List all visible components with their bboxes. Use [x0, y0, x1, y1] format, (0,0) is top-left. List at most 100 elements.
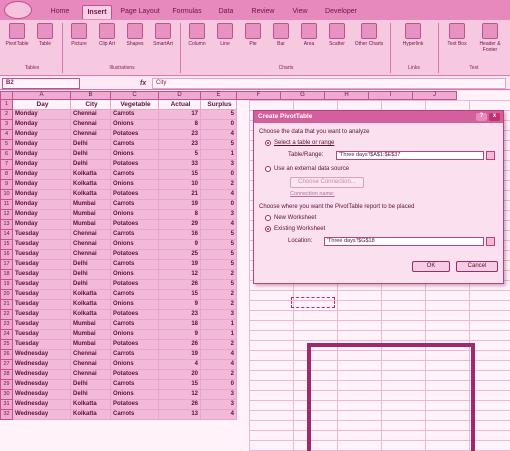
- external-source-label[interactable]: Use an external data source: [274, 166, 349, 172]
- bar-chart-button[interactable]: Bar: [268, 23, 294, 47]
- location-collapse-icon[interactable]: [486, 237, 495, 246]
- table-cell[interactable]: Chennai: [71, 110, 111, 120]
- clip-art-button[interactable]: Clip Art: [94, 23, 120, 47]
- table-cell[interactable]: 5: [201, 250, 237, 260]
- line-chart-button[interactable]: Line: [212, 23, 238, 47]
- column-header-f[interactable]: F: [237, 91, 281, 100]
- table-cell[interactable]: Chennai: [71, 230, 111, 240]
- table-cell[interactable]: Onions: [111, 120, 159, 130]
- row-header[interactable]: 29: [0, 380, 13, 390]
- table-cell[interactable]: 5: [201, 280, 237, 290]
- table-cell[interactable]: 0: [201, 170, 237, 180]
- row-header[interactable]: 4: [0, 130, 13, 140]
- table-cell[interactable]: Tuesday: [13, 280, 71, 290]
- tab-formulas[interactable]: Formulas: [168, 5, 206, 19]
- table-cell[interactable]: 4: [201, 130, 237, 140]
- table-cell[interactable]: 26: [159, 280, 201, 290]
- table-cell[interactable]: Carrots: [111, 230, 159, 240]
- table-cell[interactable]: Kolkatta: [71, 180, 111, 190]
- table-cell[interactable]: Monday: [13, 160, 71, 170]
- table-cell[interactable]: 4: [201, 220, 237, 230]
- column-header-a[interactable]: A: [13, 91, 71, 100]
- table-cell[interactable]: Carrots: [111, 380, 159, 390]
- cancel-button[interactable]: Cancel: [456, 261, 498, 272]
- scatter-chart-button[interactable]: Scatter: [324, 23, 350, 47]
- table-cell[interactable]: 0: [201, 200, 237, 210]
- table-range-collapse-icon[interactable]: [486, 151, 495, 160]
- table-cell[interactable]: Onions: [111, 330, 159, 340]
- table-cell[interactable]: Monday: [13, 170, 71, 180]
- row-header[interactable]: 19: [0, 280, 13, 290]
- table-cell[interactable]: 18: [159, 320, 201, 330]
- table-cell[interactable]: Tuesday: [13, 310, 71, 320]
- column-header-g[interactable]: G: [281, 91, 325, 100]
- table-cell[interactable]: 23: [159, 310, 201, 320]
- column-header-j[interactable]: J: [413, 91, 457, 100]
- table-cell[interactable]: Monday: [13, 180, 71, 190]
- close-icon[interactable]: x: [489, 113, 500, 121]
- table-cell[interactable]: 15: [159, 290, 201, 300]
- row-header[interactable]: 1: [0, 100, 13, 110]
- table-cell[interactable]: Tuesday: [13, 340, 71, 350]
- tab-data[interactable]: Data: [212, 5, 240, 19]
- row-header[interactable]: 32: [0, 410, 13, 420]
- table-cell[interactable]: Kolkatta: [71, 300, 111, 310]
- table-cell[interactable]: Mumbai: [71, 320, 111, 330]
- picture-button[interactable]: Picture: [66, 23, 92, 47]
- table-cell[interactable]: 5: [201, 230, 237, 240]
- table-cell[interactable]: Carrots: [111, 290, 159, 300]
- text-box-button[interactable]: Text Box: [444, 23, 470, 47]
- table-cell[interactable]: 33: [159, 160, 201, 170]
- select-table-radio[interactable]: [265, 140, 271, 146]
- table-cell[interactable]: 2: [201, 340, 237, 350]
- table-cell[interactable]: Delhi: [71, 140, 111, 150]
- row-header[interactable]: 6: [0, 150, 13, 160]
- table-cell[interactable]: 2: [201, 180, 237, 190]
- table-cell[interactable]: Potatoes: [111, 340, 159, 350]
- row-header[interactable]: 17: [0, 260, 13, 270]
- formula-input[interactable]: City: [152, 78, 506, 89]
- table-cell[interactable]: 9: [159, 330, 201, 340]
- table-cell[interactable]: Monday: [13, 220, 71, 230]
- tab-view[interactable]: View: [286, 5, 314, 19]
- table-cell[interactable]: Monday: [13, 200, 71, 210]
- smartart-button[interactable]: SmartArt: [150, 23, 176, 47]
- row-header[interactable]: 9: [0, 180, 13, 190]
- table-cell[interactable]: 26: [159, 400, 201, 410]
- table-cell[interactable]: Potatoes: [111, 160, 159, 170]
- table-cell[interactable]: 26: [159, 340, 201, 350]
- table-cell[interactable]: 17: [159, 110, 201, 120]
- table-cell[interactable]: Monday: [13, 190, 71, 200]
- row-header[interactable]: 20: [0, 290, 13, 300]
- table-cell[interactable]: Wednesday: [13, 350, 71, 360]
- location-field[interactable]: 'Three days'!$G$18: [324, 237, 484, 246]
- table-cell[interactable]: Potatoes: [111, 250, 159, 260]
- table-cell[interactable]: Potatoes: [111, 130, 159, 140]
- table-cell[interactable]: 10: [159, 180, 201, 190]
- table-cell[interactable]: Kolkatta: [71, 290, 111, 300]
- row-header[interactable]: 12: [0, 210, 13, 220]
- column-header-h[interactable]: H: [325, 91, 369, 100]
- table-cell[interactable]: Chennai: [71, 360, 111, 370]
- tab-home[interactable]: Home: [44, 5, 76, 19]
- external-source-radio[interactable]: [265, 166, 271, 172]
- table-cell[interactable]: Carrots: [111, 110, 159, 120]
- table-cell[interactable]: 0: [201, 380, 237, 390]
- table-cell[interactable]: Kolkatta: [71, 400, 111, 410]
- dialog-titlebar[interactable]: Create PivotTable ? x: [254, 111, 503, 123]
- table-cell[interactable]: 2: [201, 290, 237, 300]
- table-cell[interactable]: Onions: [111, 270, 159, 280]
- table-cell[interactable]: Potatoes: [111, 400, 159, 410]
- table-cell[interactable]: Onions: [111, 390, 159, 400]
- table-cell[interactable]: Kolkatta: [71, 170, 111, 180]
- table-cell[interactable]: 20: [159, 370, 201, 380]
- column-header-d[interactable]: D: [159, 91, 201, 100]
- row-header[interactable]: 11: [0, 200, 13, 210]
- column-header-i[interactable]: I: [369, 91, 413, 100]
- table-cell[interactable]: 3: [201, 400, 237, 410]
- table-cell[interactable]: Potatoes: [111, 220, 159, 230]
- table-cell[interactable]: Onions: [111, 240, 159, 250]
- table-cell[interactable]: Onions: [111, 360, 159, 370]
- row-header[interactable]: 28: [0, 370, 13, 380]
- name-box[interactable]: B2: [2, 78, 80, 89]
